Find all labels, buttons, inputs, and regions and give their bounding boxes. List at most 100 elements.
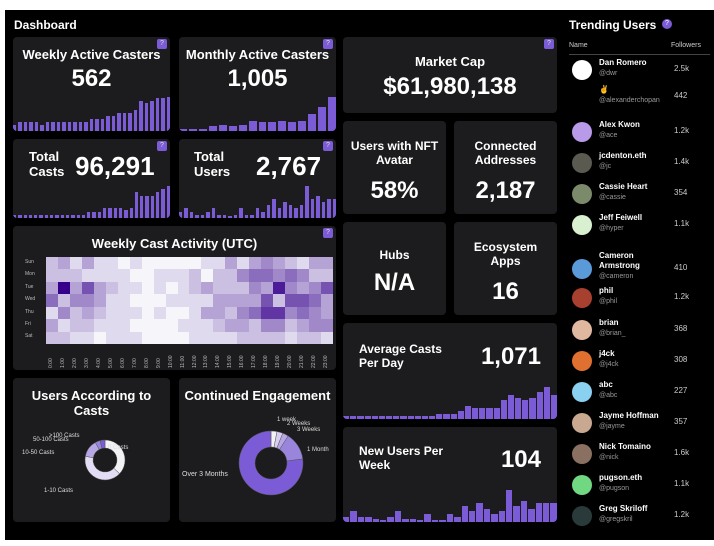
heatmap-cell [105,294,118,307]
avatar [572,288,592,308]
trending-user-row[interactable]: pugson.eth @pugson 1.1k [569,473,709,501]
heatmap-cell [57,257,70,270]
trending-user-row[interactable]: Jeff Feiwell @hyper 1.1k [569,213,709,241]
user-name: Greg Skriloff [599,504,648,513]
heatmap-cell [297,331,310,344]
heatmap-cell [117,294,130,307]
heatmap-cell [249,319,262,332]
sparkline-bar [155,98,160,131]
card-label: Market Cap [414,54,486,69]
heatmap-cell [273,306,286,320]
sparkline-bar [298,121,307,131]
sparkline-bar [156,192,160,218]
user-handle: @jc [599,163,612,170]
sparkline-bar [67,122,72,131]
help-icon[interactable]: ? [157,141,167,151]
trending-user-row[interactable]: Greg Skriloff @gregskril 1.2k [569,504,709,532]
row-label: Sun [25,259,34,265]
trending-user-row[interactable]: phil @phil 1.2k [569,286,709,314]
user-name: Cassie Heart [599,182,648,191]
column-label: 16:00 [239,355,246,368]
trending-user-row[interactable]: Dan Romero @dwr 2.5k [569,58,709,86]
sparkline-bar [55,214,59,218]
sparkline-bar [288,122,297,131]
trending-user-row[interactable]: j4ck @j4ck 308 [569,349,709,377]
avatar [572,506,592,526]
user-followers: 1.4k [674,157,690,166]
user-handle: @nick [599,454,619,461]
user-handle: @dwr [599,70,618,77]
help-icon[interactable]: ? [544,39,554,49]
trending-user-row[interactable]: Alex Kwon @ace 1.2k [569,120,709,148]
user-handle: @cameron [599,273,634,280]
heatmap-cell [57,269,70,282]
heatmap-cell [261,281,274,295]
heatmap-cell [153,319,166,332]
heatmap-cell [129,269,142,282]
trending-user-row[interactable]: Jayme Hoffman @jayme 357 [569,411,709,439]
sparkline-bar [446,514,454,522]
trending-title: Trending Users [569,18,657,32]
column-label: 11:00 [179,355,186,368]
column-label: 2:00 [71,358,78,368]
sparkline-bar [328,97,336,131]
trending-user-row[interactable]: ✌ @alexanderchopan 442 [569,85,709,113]
column-label: 17:00 [251,355,258,368]
sparkline-bar [500,400,507,419]
trending-user-row[interactable]: Nick Tomaino @nick 1.6k [569,442,709,470]
help-icon[interactable]: ? [323,141,333,151]
column-label: 3:00 [83,358,90,368]
avatar [572,215,592,235]
heatmap-cell [189,319,202,332]
heatmap-cell [177,269,190,282]
avatar [572,153,592,173]
heatmap-cell [225,294,238,307]
trending-user-row[interactable]: abc @abc 227 [569,380,709,408]
sparkline-bar [13,125,17,131]
sparkline-bar [266,205,271,218]
sparkline-bar [144,102,149,131]
sparkline-bar [424,514,431,522]
sparkline-bar [535,503,542,522]
heatmap-cell [225,331,238,344]
monthly-active-casters-card: ? Monthly Active Casters 1,005 [179,37,336,131]
sparkline-bar [179,211,183,218]
heatmap-cell [273,331,286,344]
heatmap-cell [189,294,202,307]
heatmap-cell [213,257,226,270]
sparkline-bar [60,214,64,218]
trending-user-row[interactable]: Cassie Heart @cassie 354 [569,182,709,210]
heatmap-cell [249,281,262,295]
sparkline-bar [365,516,372,522]
heatmap-cell [297,306,310,320]
sparkline-bar [476,503,483,522]
heatmap-cell [129,306,142,320]
trending-user-row[interactable]: Cameron Armstrong @cameron 410 [569,251,709,280]
sparkline-bar [239,208,243,218]
card-label: Users with NFT Avatar [350,139,439,167]
heatmap-cell [165,257,178,270]
sparkline-bar [288,205,293,218]
user-name: Cameron Armstrong [599,251,640,270]
user-followers: 442 [674,91,688,100]
avatar [572,259,592,279]
heatmap-cell [177,294,190,307]
help-icon[interactable]: ? [662,19,672,29]
sparkline-bar [95,119,99,131]
trending-user-row[interactable]: brian @brian_ 368 [569,318,709,346]
new-users-card: New Users Per Week 104 [343,427,557,522]
heatmap-cell [177,281,190,295]
nft-avatar-card: Users with NFT Avatar 58% [343,121,446,214]
trending-user-row[interactable]: jcdenton.eth @jc 1.4k [569,151,709,179]
heatmap-cell [261,319,274,332]
sparkline-bar [78,122,83,131]
heatmap-cell [129,331,142,344]
sparkline-bar [238,125,247,131]
sparkline-bar [108,208,112,218]
sparkline-bar [350,511,357,522]
avatar [572,475,592,495]
sparkline-bar [208,126,217,131]
sparkline-bar [294,208,298,218]
card-value: 96,291 [75,151,155,181]
column-label: 5:00 [107,358,114,368]
